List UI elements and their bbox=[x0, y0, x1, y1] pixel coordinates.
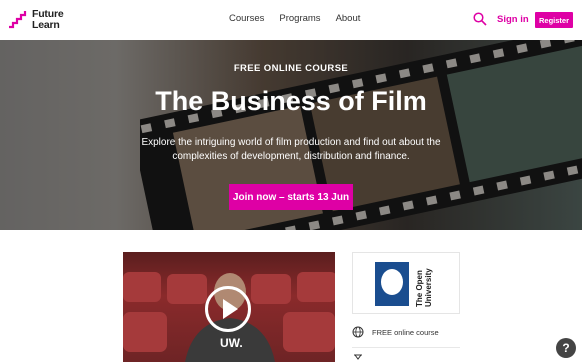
shirt-logo-text: UW. bbox=[220, 336, 243, 350]
logo-text: Future Learn bbox=[32, 9, 64, 31]
join-now-button[interactable]: Join now – starts 13 Jun bbox=[229, 184, 353, 210]
partner-name-line-2: University bbox=[424, 268, 433, 307]
partner-name-line-1: The Open bbox=[415, 270, 424, 307]
futurelearn-logo[interactable]: Future Learn bbox=[8, 9, 64, 31]
feature-label: FREE online course bbox=[372, 327, 439, 337]
partner-name: The Open University bbox=[415, 259, 433, 307]
nav-programs[interactable]: Programs bbox=[279, 13, 320, 24]
register-button[interactable]: Register bbox=[535, 12, 573, 28]
course-type-label: FREE ONLINE COURSE bbox=[233, 63, 349, 74]
ou-emblem-icon bbox=[381, 269, 403, 295]
partner-card[interactable]: The Open University bbox=[352, 252, 460, 314]
feature-duration bbox=[352, 354, 364, 362]
course-video[interactable]: UW. bbox=[123, 252, 335, 362]
sign-in-link[interactable]: Sign in bbox=[497, 14, 529, 25]
nav-about[interactable]: About bbox=[336, 13, 361, 24]
hero-banner: FREE ONLINE COURSE The Business of Film … bbox=[0, 40, 582, 230]
help-button[interactable]: ? bbox=[556, 338, 576, 358]
course-description: Explore the intriguing world of film pro… bbox=[141, 137, 441, 162]
logo-line-2: Learn bbox=[32, 19, 60, 31]
search-icon[interactable] bbox=[473, 12, 487, 26]
site-header: Future Learn Courses Programs About Sign… bbox=[0, 0, 582, 40]
course-title: The Business of Film bbox=[155, 86, 427, 116]
open-university-logo bbox=[375, 262, 409, 306]
nav-courses[interactable]: Courses bbox=[229, 13, 264, 24]
hourglass-icon bbox=[354, 354, 362, 360]
logo-mark-icon bbox=[9, 11, 27, 29]
play-icon bbox=[223, 299, 238, 319]
feature-free-course: FREE online course bbox=[352, 326, 439, 338]
course-content: UW. The Open University FREE online cour… bbox=[0, 230, 582, 362]
globe-icon bbox=[352, 326, 364, 338]
main-nav: Courses Programs About bbox=[229, 13, 360, 24]
divider bbox=[352, 347, 460, 348]
